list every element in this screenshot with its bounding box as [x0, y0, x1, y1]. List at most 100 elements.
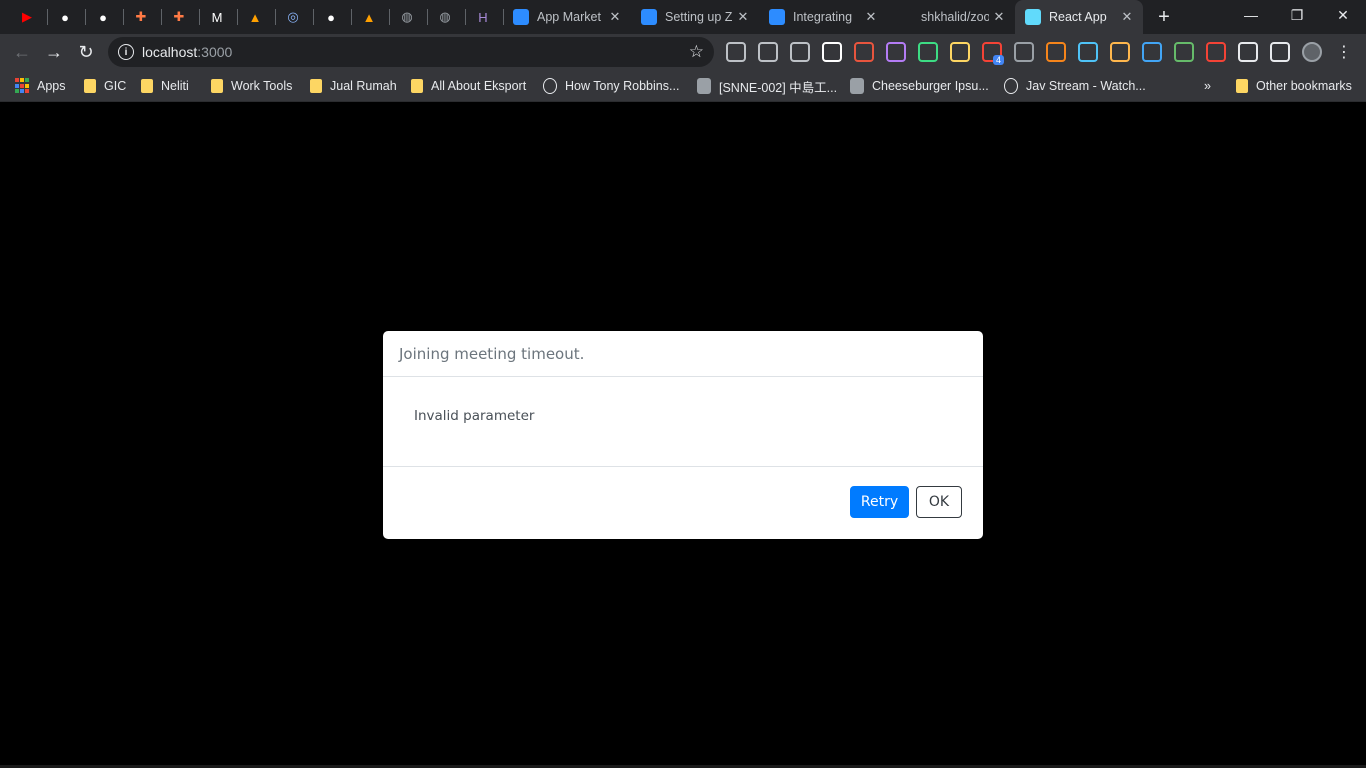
record-icon[interactable] — [790, 42, 810, 62]
sparkle-icon[interactable]: ✚ — [129, 5, 153, 29]
menu-icon[interactable]: ⋮ — [1334, 42, 1354, 62]
bookmark-7[interactable]: How Tony Robbins... — [543, 76, 679, 96]
folder-icon — [1236, 79, 1248, 93]
bookmark-1[interactable]: Apps — [15, 76, 66, 96]
bookmark-8[interactable]: [SNNE-002] 中島工... — [697, 76, 837, 96]
bookmark-4[interactable]: Work Tools — [211, 76, 292, 96]
extension-1-icon[interactable] — [726, 42, 746, 62]
flag-icon[interactable] — [1110, 42, 1130, 62]
restore-button[interactable]: ❐ — [1274, 0, 1320, 30]
dialog-header: Joining meeting timeout. — [383, 331, 983, 377]
metamask-icon[interactable] — [1046, 42, 1066, 62]
address-bar[interactable]: i localhost:3000 ☆ — [108, 37, 714, 67]
vue-icon[interactable] — [758, 42, 778, 62]
bookmark-10[interactable]: Jav Stream - Watch... — [1004, 76, 1146, 96]
back-button[interactable]: ← — [8, 38, 36, 66]
toolbar: ← → ↻ i localhost:3000 ☆ 4 ⋮ — [0, 34, 1366, 70]
tab-5[interactable]: React App ✕ — [1015, 0, 1143, 34]
sparkle-icon[interactable]: ✚ — [167, 5, 191, 29]
react-icon — [1025, 9, 1041, 25]
tab-close-icon[interactable]: ✕ — [991, 9, 1007, 25]
media-icon[interactable] — [1270, 42, 1290, 62]
bookmark-star-icon[interactable]: ☆ — [689, 42, 704, 62]
tab-separator — [275, 9, 276, 25]
bookmark-label: GIC — [104, 79, 127, 93]
dialog-body: Invalid parameter — [383, 377, 983, 467]
github-icon[interactable]: ● — [53, 5, 77, 29]
tab-separator — [313, 9, 314, 25]
tab-1[interactable]: App Market ✕ — [503, 0, 631, 34]
cursor-icon[interactable] — [918, 42, 938, 62]
folder-ext-icon[interactable] — [950, 42, 970, 62]
bookmarks-overflow-button[interactable]: » — [1204, 76, 1211, 96]
tab-title: App Market — [537, 10, 601, 24]
lighthouse-icon[interactable]: 4 — [982, 42, 1004, 65]
target-icon[interactable]: ◎ — [281, 5, 305, 29]
site-favicon-icon — [697, 78, 711, 94]
chatbot-icon[interactable] — [822, 42, 842, 62]
window-close-button[interactable]: ✕ — [1320, 0, 1366, 30]
youtube-icon[interactable]: ▶ — [15, 5, 39, 29]
droplet-icon[interactable] — [854, 42, 874, 62]
zoom-icon — [641, 9, 657, 25]
bookmark-label: Work Tools — [231, 79, 293, 93]
avatar-icon[interactable] — [1302, 42, 1322, 62]
browser-chrome: ▶ ● ● ✚ ✚ M ▲ ◎ ● ▲ ◍ ◍ H App Market ✕ Setting up Z ✕ Int… — [0, 0, 1366, 102]
extension-badge: 4 — [992, 55, 1004, 65]
tab-close-icon[interactable]: ✕ — [735, 9, 751, 25]
retry-button[interactable]: Retry — [850, 486, 909, 518]
tab-close-icon[interactable]: ✕ — [1119, 9, 1135, 25]
firebase-icon[interactable]: ▲ — [243, 5, 267, 29]
bookmark-label: Apps — [37, 79, 66, 93]
bookmark-6[interactable]: All About Eksport — [411, 76, 526, 96]
github-icon[interactable]: ● — [319, 5, 343, 29]
new-tab-button[interactable]: + — [1152, 5, 1176, 29]
pie-icon[interactable] — [1174, 42, 1194, 62]
tab-separator — [161, 9, 162, 25]
heroku-icon[interactable]: H — [471, 5, 495, 29]
dialog-title: Joining meeting timeout. — [399, 345, 585, 363]
puzzle-icon[interactable] — [1238, 42, 1258, 62]
ok-button[interactable]: OK — [916, 486, 962, 518]
bookmark-label: How Tony Robbins... — [565, 79, 680, 93]
bookmark-3[interactable]: Neliti — [141, 76, 189, 96]
bookmark-label: Jav Stream - Watch... — [1026, 79, 1146, 93]
github-icon[interactable]: ● — [91, 5, 115, 29]
firebase-icon[interactable]: ▲ — [357, 5, 381, 29]
bookmark-label: [SNNE-002] 中島工... — [719, 80, 838, 95]
medium-icon[interactable]: M — [205, 5, 229, 29]
tab-title: Integrating — [793, 10, 853, 24]
tab-separator — [389, 9, 390, 25]
tab-2[interactable]: Setting up Z ✕ — [631, 0, 759, 34]
pen-icon[interactable] — [886, 42, 906, 62]
tab-close-icon[interactable]: ✕ — [863, 9, 879, 25]
tab-separator — [123, 9, 124, 25]
github-icon — [897, 9, 913, 25]
folder-icon — [141, 79, 153, 93]
bookmark-9[interactable]: Cheeseburger Ipsu... — [850, 76, 989, 96]
globe-icon[interactable]: ◍ — [433, 5, 457, 29]
folder-icon — [411, 79, 423, 93]
bookmark-2[interactable]: GIC — [84, 76, 126, 96]
apps-grid-icon — [15, 78, 29, 94]
globe-icon[interactable]: ◍ — [395, 5, 419, 29]
code-c-icon[interactable] — [1014, 42, 1034, 62]
url-text[interactable]: localhost:3000 — [142, 44, 232, 60]
tab-close-icon[interactable]: ✕ — [607, 9, 623, 25]
bookmark-5[interactable]: Jual Rumah — [310, 76, 397, 96]
code-brackets-icon[interactable] — [1206, 42, 1226, 62]
other-bookmarks[interactable]: Other bookmarks — [1236, 76, 1352, 96]
site-info-icon[interactable]: i — [118, 44, 134, 60]
tab-3[interactable]: Integrating ✕ — [759, 0, 887, 34]
folder-icon — [84, 79, 96, 93]
tab-title: React App — [1049, 10, 1107, 24]
minimize-button[interactable]: — — [1228, 0, 1274, 30]
tab-separator — [85, 9, 86, 25]
window-icon[interactable] — [1142, 42, 1162, 62]
tab-separator — [237, 9, 238, 25]
reload-button[interactable]: ↻ — [72, 38, 100, 66]
forward-button[interactable]: → — [40, 38, 68, 66]
bookmark-label: Cheeseburger Ipsu... — [872, 79, 989, 93]
grid-icon[interactable] — [1078, 42, 1098, 62]
tab-4[interactable]: shkhalid/zoo ✕ — [887, 0, 1015, 34]
